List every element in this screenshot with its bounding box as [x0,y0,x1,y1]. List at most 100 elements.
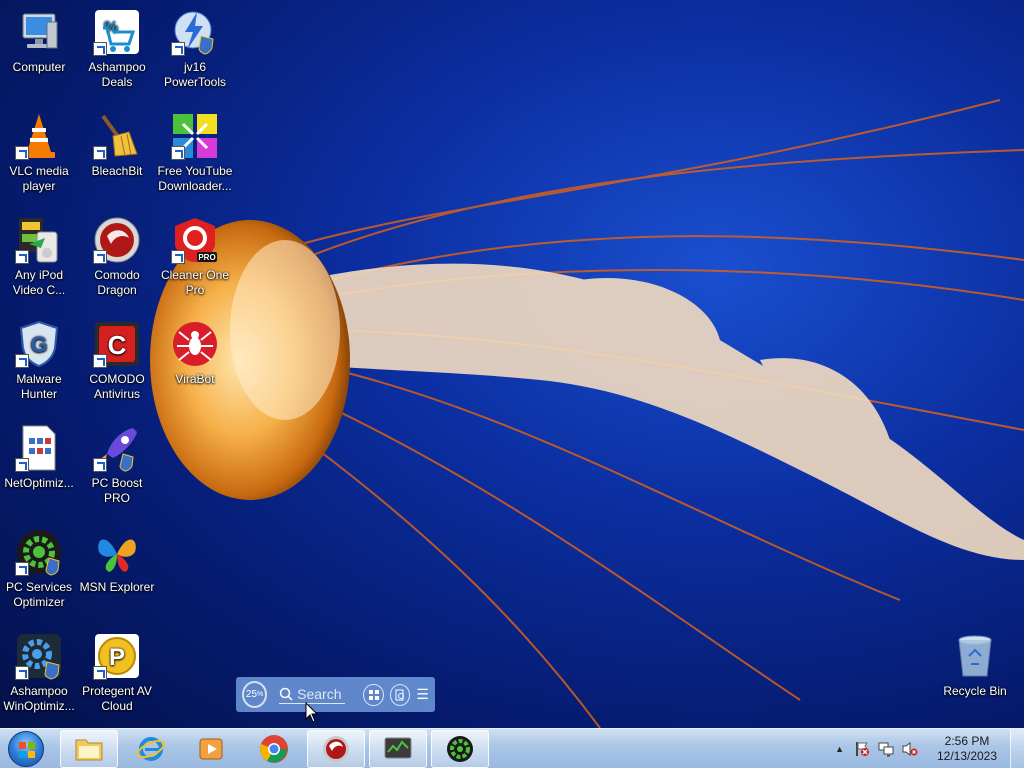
desktop-icon-label: Protegent AV Cloud [82,684,152,713]
start-button[interactable] [4,730,48,768]
desktop-icon-label: jv16 PowerTools [163,60,227,89]
volume-muted-icon[interactable] [902,741,918,757]
media-player-icon [199,738,223,760]
desktop-icon-label: MSN Explorer [79,580,155,594]
desktop-icon-malware-hunter[interactable]: G Malware Hunter [0,320,78,402]
system-tray: ▲ 2:56 PM 12/13/2023 [835,729,1024,768]
svg-text:C: C [108,330,127,360]
desktop-icon-comodo-antivirus[interactable]: C COMODO Antivirus [78,320,156,402]
desktop-icon-pc-boost-pro[interactable]: PC Boost PRO [78,424,156,506]
taskbar-item-media-player[interactable] [182,730,240,768]
desktop-icon-ashampoo-deals[interactable]: % Ashampoo Deals [78,8,156,90]
desktop-icon-free-youtube-downloader[interactable]: Free YouTube Downloader... [156,112,234,194]
desktop-icon-any-ipod[interactable]: Any iPod Video C... [0,216,78,298]
desktop-icon-label: ViraBot [175,372,215,386]
show-desktop-button[interactable] [1010,729,1024,768]
desktop-icon-bleachbit[interactable]: BleachBit [78,112,156,179]
shortcut-arrow-icon [93,146,107,160]
taskbar-item-comodo-dragon[interactable] [307,730,365,768]
svg-text:G: G [30,332,47,357]
document-clock-icon [395,689,404,700]
desktop-icon-pc-services-optimizer[interactable]: PC Services Optimizer [0,528,78,610]
shortcut-arrow-icon [15,250,29,264]
apps-grid-button[interactable] [363,683,384,706]
desktop-icon-label: Malware Hunter [16,372,62,401]
desktop-icon-label: NetOptimiz... [4,476,74,490]
document-icon [15,424,63,472]
shield-g-icon: G [15,320,63,368]
shortcut-arrow-icon [93,42,107,56]
gear-shield-icon [15,528,63,576]
hamburger-icon: ☰ [416,686,429,702]
desktop-icon-virabot[interactable]: ViraBot [156,320,234,387]
desktop-icon-label: VLC media player [9,164,69,193]
desktop-icon-ashampoo-winoptimizer[interactable]: Ashampoo WinOptimiz... [0,632,78,714]
desktop-icon-cleaner-one-pro[interactable]: PRO Cleaner One Pro [156,216,234,298]
arrows-grid-icon [171,112,219,160]
desktop-icon-label: Comodo Dragon [94,268,140,297]
computer-icon [15,8,63,56]
chrome-icon [260,735,288,763]
desktop-icon-computer[interactable]: Computer [0,8,78,75]
shopping-cart-icon: % [93,8,141,56]
search-icon [279,687,293,701]
network-icon[interactable] [878,741,894,757]
protegent-p-icon: P [93,632,141,680]
comodo-dragon-icon [323,736,349,762]
desktop-icon-msn-explorer[interactable]: MSN Explorer [78,528,156,595]
internet-explorer-icon [137,737,165,761]
desktop-icon-vlc[interactable]: VLC media player [0,112,78,194]
shortcut-arrow-icon [171,250,185,264]
mouse-cursor-icon [305,702,319,723]
grid-icon [368,689,379,700]
desktop-icon-label: Recycle Bin [943,684,1007,698]
comodo-c-icon: C [93,320,141,368]
shortcut-arrow-icon [171,42,185,56]
desktop-icon-label: Free YouTube Downloader... [157,164,233,193]
desktop-icon-label: PC Boost PRO [91,476,143,505]
lightning-shield-icon [171,8,219,56]
desktop-icon-label: Computer [12,60,66,74]
spider-icon [171,320,219,368]
desktop-icon-label: Ashampoo WinOptimiz... [3,684,75,713]
clock-time: 2:56 PM [944,734,990,748]
shortcut-arrow-icon [171,146,185,160]
desktop-icon-protegent[interactable]: P Protegent AV Cloud [78,632,156,714]
system-monitor-icon [384,737,412,759]
recycle-bin-icon [951,632,999,680]
show-hidden-icons-button[interactable]: ▲ [835,744,844,754]
shortcut-arrow-icon [15,666,29,680]
search-widget: 25% Search ☰ [236,677,435,712]
search-input[interactable]: Search [279,686,346,704]
shortcut-arrow-icon [15,562,29,576]
taskbar-item-pc-services-optimizer[interactable] [431,730,489,768]
memory-usage-indicator[interactable]: 25% [242,681,268,708]
action-center-flag-icon[interactable] [854,741,870,757]
desktop-icon-comodo-dragon[interactable]: Comodo Dragon [78,216,156,298]
cleaner-one-icon: PRO [171,216,219,264]
windows-logo-icon [8,731,44,767]
taskbar-item-internet-explorer[interactable] [122,730,180,768]
memory-usage-value: 25 [245,689,258,700]
video-converter-icon [15,216,63,264]
shortcut-arrow-icon [93,458,107,472]
shortcut-arrow-icon [15,458,29,472]
menu-button[interactable]: ☰ [416,686,429,703]
comodo-dragon-icon [93,216,141,264]
shortcut-arrow-icon [93,666,107,680]
clock[interactable]: 2:56 PM 12/13/2023 [928,734,1006,764]
memory-usage-percent-sign: % [257,691,264,698]
msn-butterfly-icon [93,528,141,576]
rocket-icon [93,424,141,472]
shortcut-arrow-icon [93,250,107,264]
taskbar-item-chrome[interactable] [245,730,303,768]
desktop-icon-label: COMODO Antivirus [89,372,145,401]
taskbar-item-explorer[interactable] [60,730,118,768]
desktop-icon-jv16-powertools[interactable]: jv16 PowerTools [156,8,234,90]
taskbar-item-system-monitor[interactable] [369,730,427,768]
desktop-icon-netoptimizer[interactable]: NetOptimiz... [0,424,78,491]
desktop-icon-recycle-bin[interactable]: Recycle Bin [936,632,1014,699]
desktop-icon-label: Ashampoo Deals [88,60,146,89]
history-button[interactable] [389,683,411,706]
desktop-icon-label: Any iPod Video C... [12,268,66,297]
